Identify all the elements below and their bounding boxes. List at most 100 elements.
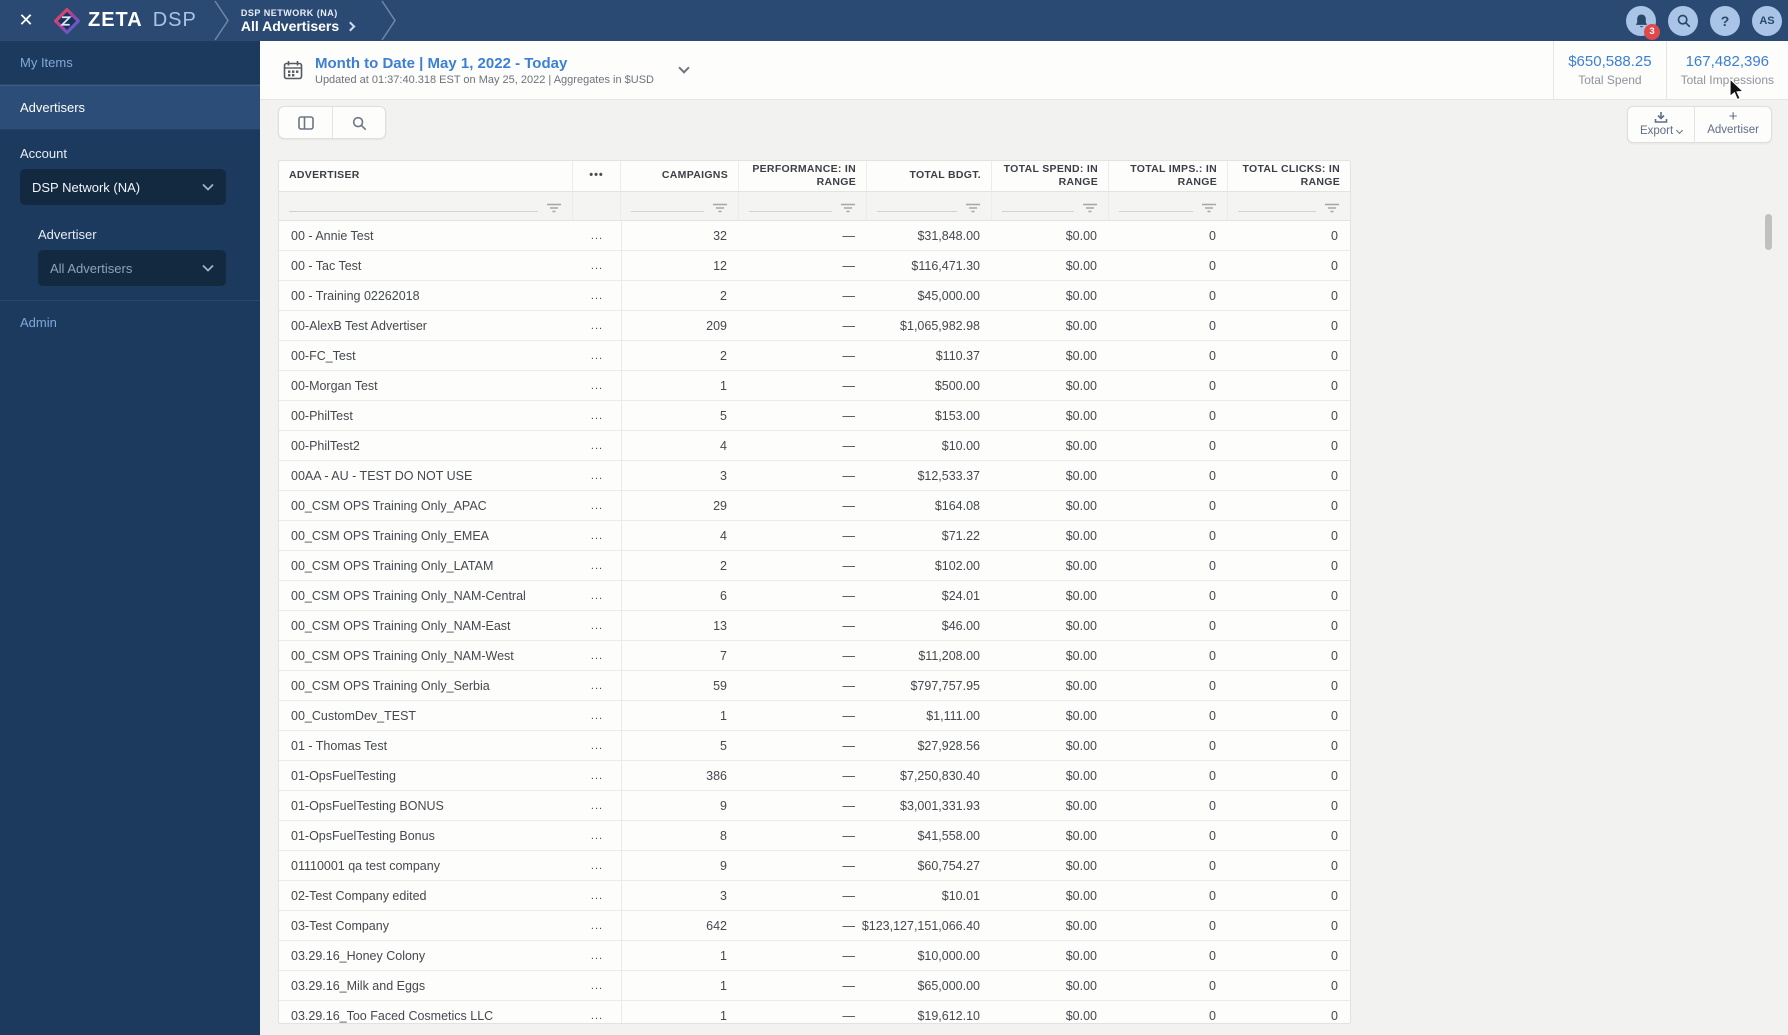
filter-total-spend[interactable] [992, 192, 1109, 220]
advertiser-name-cell[interactable]: 00 - Annie Test [279, 221, 573, 250]
filter-advertiser[interactable] [279, 192, 573, 220]
notifications-button[interactable]: 3 [1626, 5, 1660, 40]
row-actions-menu[interactable]: ... [573, 311, 621, 340]
filter-icon[interactable] [712, 203, 728, 213]
table-row[interactable]: 00_CSM OPS Training Only_NAM-East ... 13… [279, 611, 1350, 641]
filter-input[interactable] [1238, 210, 1316, 212]
table-row[interactable]: 01-OpsFuelTesting ... 386 — $7,250,830.4… [279, 761, 1350, 791]
advertiser-name-cell[interactable]: 03.29.16_Too Faced Cosmetics LLC [279, 1001, 573, 1023]
chevron-right-icon[interactable] [345, 21, 356, 31]
row-actions-menu[interactable]: ... [573, 791, 621, 820]
row-actions-menu[interactable]: ... [573, 761, 621, 790]
sidebar-item-my-items[interactable]: My Items [0, 41, 260, 84]
sidebar-item-admin[interactable]: Admin [0, 301, 260, 344]
table-row[interactable]: 01 - Thomas Test ... 5 — $27,928.56 $0.0… [279, 731, 1350, 761]
row-actions-menu[interactable]: ... [573, 641, 621, 670]
table-row[interactable]: 03.29.16_Milk and Eggs ... 1 — $65,000.0… [279, 971, 1350, 1001]
advertiser-name-cell[interactable]: 00_CSM OPS Training Only_NAM-West [279, 641, 573, 670]
row-actions-menu[interactable]: ... [573, 341, 621, 370]
advertiser-name-cell[interactable]: 03-Test Company [279, 911, 573, 940]
advertiser-name-cell[interactable]: 03.29.16_Honey Colony [279, 941, 573, 970]
table-row[interactable]: 00-AlexB Test Advertiser ... 209 — $1,06… [279, 311, 1350, 341]
table-row[interactable]: 00_CustomDev_TEST ... 1 — $1,111.00 $0.0… [279, 701, 1350, 731]
table-row[interactable]: 00_CSM OPS Training Only_EMEA ... 4 — $7… [279, 521, 1350, 551]
table-row[interactable]: 00 - Training 02262018 ... 2 — $45,000.0… [279, 281, 1350, 311]
filter-icon[interactable] [1201, 203, 1217, 213]
table-row[interactable]: 00 - Tac Test ... 12 — $116,471.30 $0.00… [279, 251, 1350, 281]
row-actions-menu[interactable]: ... [573, 491, 621, 520]
table-row[interactable]: 00_CSM OPS Training Only_APAC ... 29 — $… [279, 491, 1350, 521]
help-button[interactable]: ? [1710, 5, 1740, 36]
advertiser-name-cell[interactable]: 03.29.16_Milk and Eggs [279, 971, 573, 1000]
table-row[interactable]: 01110001 qa test company ... 9 — $60,754… [279, 851, 1350, 881]
column-header-total-budget[interactable]: TOTAL BDGT. [867, 161, 992, 191]
advertiser-name-cell[interactable]: 01 - Thomas Test [279, 731, 573, 760]
table-row[interactable]: 00-PhilTest2 ... 4 — $10.00 $0.00 0 0 [279, 431, 1350, 461]
advertiser-name-cell[interactable]: 00_CSM OPS Training Only_NAM-Central [279, 581, 573, 610]
date-range-selector[interactable]: Month to Date | May 1, 2022 - Today Upda… [260, 55, 690, 86]
table-row[interactable]: 01-OpsFuelTesting Bonus ... 8 — $41,558.… [279, 821, 1350, 851]
row-actions-menu[interactable]: ... [573, 731, 621, 760]
filter-icon[interactable] [546, 203, 562, 213]
row-actions-menu[interactable]: ... [573, 941, 621, 970]
filter-input[interactable] [1119, 210, 1193, 212]
row-actions-menu[interactable]: ... [573, 461, 621, 490]
advertiser-name-cell[interactable]: 00-AlexB Test Advertiser [279, 311, 573, 340]
avatar[interactable]: AS [1752, 5, 1782, 36]
table-row[interactable]: 00_CSM OPS Training Only_Serbia ... 59 —… [279, 671, 1350, 701]
row-actions-menu[interactable]: ... [573, 581, 621, 610]
row-actions-menu[interactable]: ... [573, 911, 621, 940]
table-row[interactable]: 03-Test Company ... 642 — $123,127,151,0… [279, 911, 1350, 941]
filter-icon[interactable] [1324, 203, 1340, 213]
filter-input[interactable] [631, 210, 704, 212]
advertiser-name-cell[interactable]: 00_CSM OPS Training Only_Serbia [279, 671, 573, 700]
close-icon[interactable]: ✕ [0, 0, 52, 41]
advertiser-name-cell[interactable]: 00AA - AU - TEST DO NOT USE [279, 461, 573, 490]
advertiser-name-cell[interactable]: 00_CSM OPS Training Only_NAM-East [279, 611, 573, 640]
breadcrumb[interactable]: DSP NETWORK (NA) All Advertisers [241, 8, 356, 34]
sidebar-item-advertisers[interactable]: Advertisers [0, 85, 260, 130]
filter-performance[interactable] [739, 192, 867, 220]
row-actions-menu[interactable]: ... [573, 971, 621, 1000]
table-row[interactable]: 02-Test Company edited ... 3 — $10.01 $0… [279, 881, 1350, 911]
row-actions-menu[interactable]: ... [573, 851, 621, 880]
row-actions-menu[interactable]: ... [573, 371, 621, 400]
table-row[interactable]: 00_CSM OPS Training Only_NAM-Central ...… [279, 581, 1350, 611]
advertiser-name-cell[interactable]: 01110001 qa test company [279, 851, 573, 880]
advertiser-name-cell[interactable]: 00_CustomDev_TEST [279, 701, 573, 730]
advertiser-select[interactable]: All Advertisers [38, 250, 226, 286]
row-actions-menu[interactable]: ... [573, 611, 621, 640]
table-row[interactable]: 00-PhilTest ... 5 — $153.00 $0.00 0 0 [279, 401, 1350, 431]
table-row[interactable]: 00_CSM OPS Training Only_LATAM ... 2 — $… [279, 551, 1350, 581]
advertiser-name-cell[interactable]: 00_CSM OPS Training Only_LATAM [279, 551, 573, 580]
table-row[interactable]: 03.29.16_Too Faced Cosmetics LLC ... 1 —… [279, 1001, 1350, 1023]
filter-input[interactable] [877, 210, 957, 212]
column-header-total-spend[interactable]: TOTAL SPEND: IN RANGE [992, 161, 1109, 191]
filter-icon[interactable] [965, 203, 981, 213]
filter-campaigns[interactable] [621, 192, 739, 220]
row-actions-menu[interactable]: ... [573, 551, 621, 580]
chevron-down-icon[interactable] [678, 62, 690, 74]
search-button[interactable] [1668, 5, 1698, 36]
advertiser-name-cell[interactable]: 02-Test Company edited [279, 881, 573, 910]
advertiser-name-cell[interactable]: 01-OpsFuelTesting BONUS [279, 791, 573, 820]
column-header-performance[interactable]: PERFORMANCE: IN RANGE [739, 161, 867, 191]
account-select[interactable]: DSP Network (NA) [20, 169, 226, 205]
table-search-button[interactable] [332, 107, 385, 138]
table-row[interactable]: 00AA - AU - TEST DO NOT USE ... 3 — $12,… [279, 461, 1350, 491]
advertiser-name-cell[interactable]: 00-PhilTest [279, 401, 573, 430]
row-actions-menu[interactable]: ... [573, 671, 621, 700]
row-actions-menu[interactable]: ... [573, 281, 621, 310]
row-actions-menu[interactable]: ... [573, 821, 621, 850]
table-row[interactable]: 00-FC_Test ... 2 — $110.37 $0.00 0 0 [279, 341, 1350, 371]
row-actions-menu[interactable]: ... [573, 701, 621, 730]
table-row[interactable]: 00-Morgan Test ... 1 — $500.00 $0.00 0 0 [279, 371, 1350, 401]
export-button[interactable]: Export [1628, 107, 1694, 142]
filter-total-imps[interactable] [1109, 192, 1228, 220]
row-actions-menu[interactable]: ... [573, 431, 621, 460]
filter-input[interactable] [1002, 210, 1074, 212]
row-actions-menu[interactable]: ... [573, 521, 621, 550]
advertiser-name-cell[interactable]: 00_CSM OPS Training Only_EMEA [279, 521, 573, 550]
filter-input[interactable] [749, 210, 832, 212]
row-actions-menu[interactable]: ... [573, 401, 621, 430]
